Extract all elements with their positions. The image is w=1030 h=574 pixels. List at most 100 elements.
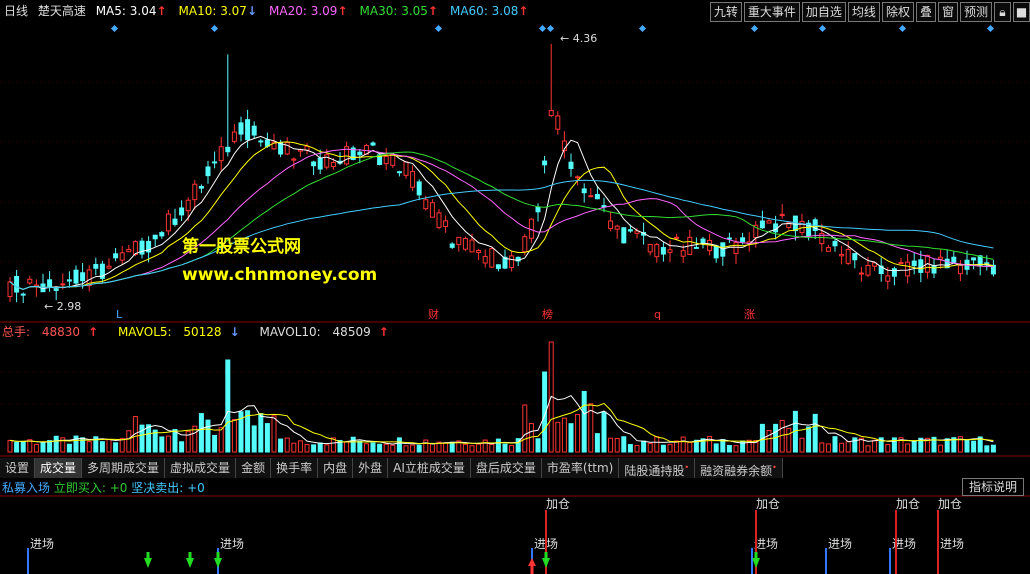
- candle-body: [80, 272, 86, 282]
- volume-bar: [713, 443, 719, 453]
- high-price-label: ← 4.36: [560, 32, 597, 45]
- sell-arrow-icon: [214, 552, 222, 568]
- tab-item[interactable]: 多周期成交量: [82, 458, 166, 478]
- volume-bar: [786, 427, 792, 453]
- volume-bar: [113, 442, 119, 453]
- volume-bar: [674, 440, 680, 453]
- candle-body: [476, 249, 482, 253]
- volume-bars: [7, 341, 996, 453]
- ex-rights-button[interactable]: 除权: [881, 2, 914, 22]
- event-diamond: [638, 24, 647, 33]
- add-label: 加仓: [546, 497, 570, 511]
- tab-item[interactable]: 换手率: [271, 458, 319, 478]
- tab-item[interactable]: 市盈率(ttm): [541, 458, 620, 478]
- candle-body: [548, 110, 554, 117]
- candle-body: [73, 269, 79, 284]
- volume-bar: [535, 438, 541, 453]
- candle-body: [192, 183, 198, 201]
- volume-bar: [20, 440, 26, 453]
- candle-body: [132, 241, 138, 255]
- candle-body: [614, 225, 620, 230]
- volume-bar: [832, 436, 838, 453]
- enter-label: 进场: [754, 537, 778, 551]
- window-button[interactable]: 窗: [937, 2, 958, 22]
- candle-body: [165, 213, 171, 232]
- volume-bar: [495, 438, 501, 453]
- volume-bar: [561, 417, 567, 453]
- volume-bar: [324, 444, 330, 453]
- event-diamond: [110, 24, 119, 33]
- ma-line-button[interactable]: 均线: [847, 2, 880, 22]
- candle-body: [535, 206, 541, 213]
- event-marker: 涨: [744, 308, 755, 321]
- volume-bar: [363, 443, 369, 453]
- candle-body: [152, 234, 158, 240]
- ma-legend-item: MA30: 3.05↑: [359, 4, 438, 18]
- tab-item[interactable]: 设置: [0, 458, 36, 478]
- add-watchlist-button[interactable]: 加自选: [801, 2, 846, 22]
- volume-bar: [905, 443, 911, 453]
- moving-average-lines: [9, 135, 994, 290]
- volume-bar: [258, 413, 264, 453]
- candle-body: [403, 161, 409, 176]
- volume-bar: [383, 443, 389, 453]
- signal-title: 私募入场: [2, 481, 51, 495]
- volume-bar: [885, 444, 891, 453]
- candle-body: [429, 202, 435, 218]
- volume-bar: [146, 424, 152, 453]
- volume-bar: [872, 439, 878, 453]
- forecast-button[interactable]: 预测: [959, 2, 992, 22]
- tab-item[interactable]: 盘后成交量: [470, 458, 542, 478]
- candle-body: [357, 151, 363, 156]
- volume-bar: [370, 442, 376, 453]
- volume-bar: [938, 444, 944, 453]
- low-price-label: ← 2.98: [44, 300, 81, 313]
- jiuzhuan-button[interactable]: 九转: [709, 2, 742, 22]
- more-icon[interactable]: ■: [1013, 2, 1030, 22]
- tab-item[interactable]: 虚拟成交量: [165, 458, 237, 478]
- signal-markers: 进场进场进场进场进场进场进场加仓加仓加仓加仓: [27, 497, 964, 574]
- ma-legend-item: MA20: 3.09↑: [269, 4, 348, 18]
- tab-item[interactable]: 陆股通持股•: [619, 458, 696, 478]
- volume-bar: [660, 444, 666, 453]
- candle-body: [825, 247, 831, 252]
- volume-bar: [812, 413, 818, 453]
- tab-item[interactable]: 外盘: [353, 458, 389, 478]
- enter-label: 进场: [940, 537, 964, 551]
- volume-bar: [139, 424, 145, 453]
- candle-body: [231, 131, 237, 142]
- tab-item[interactable]: 内盘: [318, 458, 354, 478]
- candle-body: [245, 119, 251, 141]
- indicator-explain-button[interactable]: 指标说明: [961, 478, 1024, 496]
- candle-body: [205, 166, 211, 177]
- candle-body: [700, 238, 706, 244]
- volume-bar: [317, 442, 323, 453]
- sell-arrow-icon: [144, 552, 152, 568]
- tab-item[interactable]: AI立桩成交量: [388, 458, 471, 478]
- mavol10-text: MAVOL10:: [259, 325, 321, 339]
- volume-bar: [179, 441, 185, 453]
- overlay-button[interactable]: 叠: [915, 2, 936, 22]
- event-marker: q: [654, 308, 661, 321]
- candle-body: [113, 253, 119, 259]
- candle-body: [47, 279, 53, 288]
- event-diamond: [546, 24, 555, 33]
- volume-bar: [799, 437, 805, 453]
- tab-item[interactable]: 成交量: [35, 458, 83, 478]
- volume-bar: [845, 441, 851, 453]
- candle-body: [304, 145, 310, 151]
- lock-icon[interactable]: 🔒︎: [994, 2, 1011, 22]
- volume-bar: [304, 444, 310, 453]
- volume-bar: [284, 437, 290, 453]
- volume-bar: [555, 421, 561, 453]
- volume-bar: [469, 445, 475, 453]
- candle-body: [238, 122, 244, 135]
- volume-bar: [720, 439, 726, 453]
- volume-bar: [297, 440, 303, 453]
- candle-body: [482, 256, 488, 264]
- tab-item[interactable]: 金额: [236, 458, 272, 478]
- candle-body: [905, 261, 911, 277]
- major-events-button[interactable]: 重大事件: [743, 2, 800, 22]
- tab-item[interactable]: 融资融券余额•: [695, 458, 783, 478]
- volume-bar: [350, 436, 356, 453]
